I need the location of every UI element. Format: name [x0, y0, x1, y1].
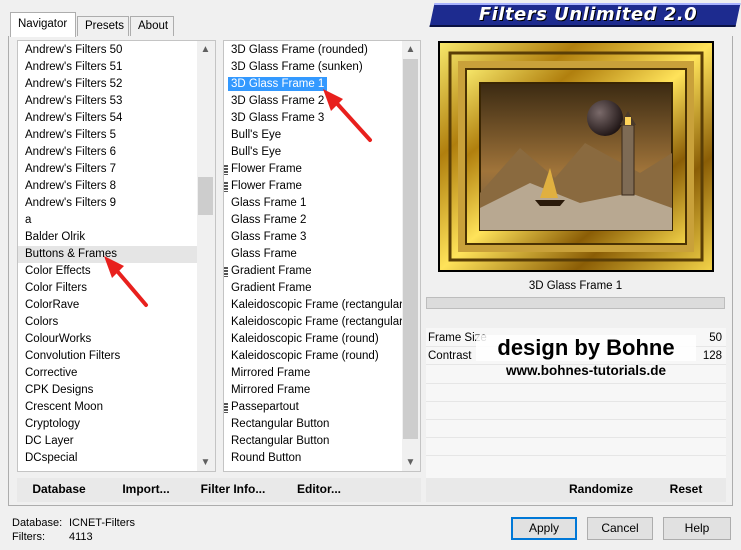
annotation-arrows [104, 89, 372, 307]
tab-navigator[interactable]: Navigator [10, 12, 76, 37]
arrow-icon [323, 89, 372, 142]
arrow-icon [104, 256, 148, 307]
